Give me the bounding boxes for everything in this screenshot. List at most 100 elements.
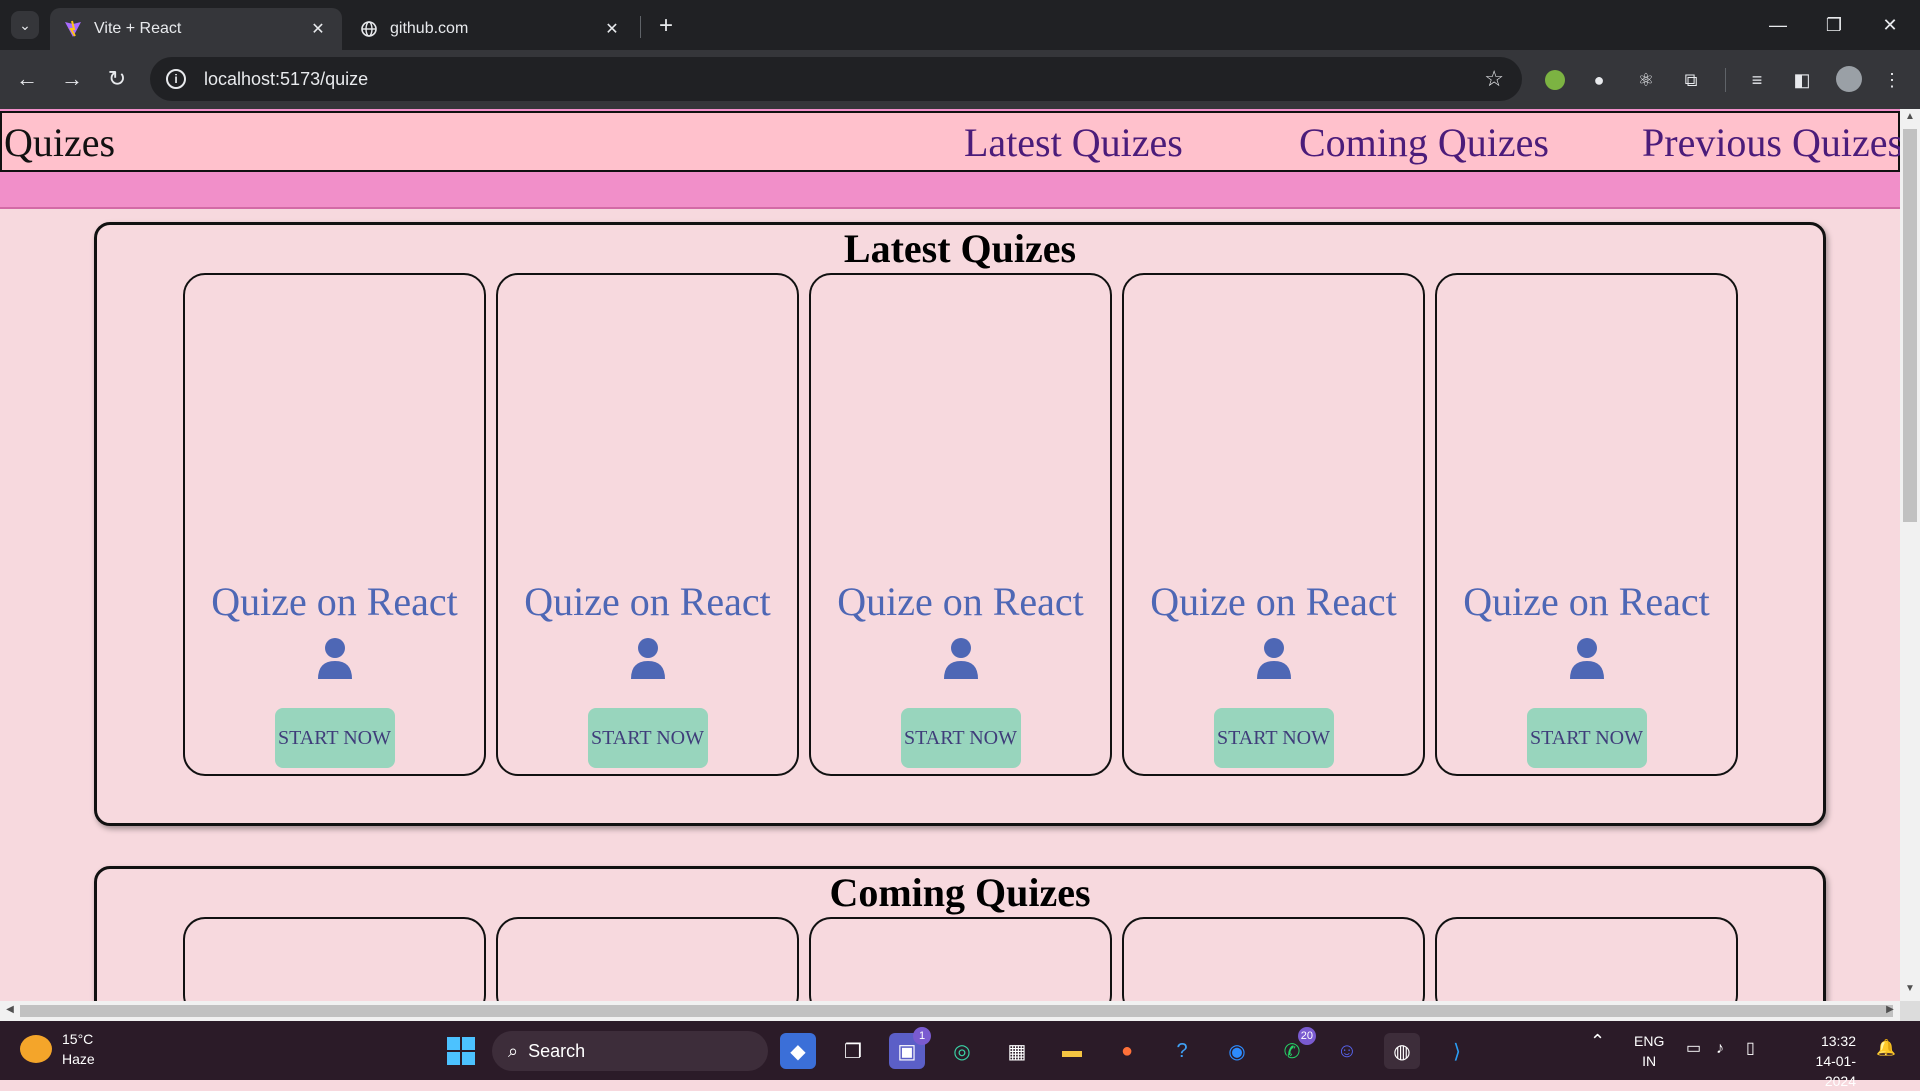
close-tab-icon[interactable]: ✕ — [602, 19, 622, 39]
start-now-button[interactable]: START NOW — [274, 708, 395, 768]
nav-link-previous[interactable]: Previous Quizes — [1642, 119, 1900, 166]
react-devtools-icon[interactable]: ⚛ — [1632, 66, 1660, 94]
horizontal-scrollbar[interactable]: ◀ ▶ — [0, 1001, 1900, 1021]
file-explorer-icon[interactable]: ▬ — [1054, 1033, 1090, 1069]
url-text[interactable]: localhost:5173/quize — [204, 69, 1484, 90]
globe-icon — [360, 20, 378, 38]
weather-temp: 15°C — [62, 1031, 94, 1047]
forward-icon[interactable]: → — [57, 64, 87, 94]
teams-badge: 1 — [913, 1027, 931, 1045]
user-icon — [630, 638, 665, 679]
minimize-icon[interactable]: — — [1758, 10, 1798, 40]
extension-gray-icon[interactable]: ● — [1585, 66, 1613, 94]
notification-bell-icon[interactable]: 🔔 — [1876, 1039, 1896, 1059]
taskbar-search[interactable]: ⌕ Search — [492, 1031, 768, 1071]
teams-icon[interactable]: ▣ 1 — [889, 1027, 931, 1069]
start-now-button[interactable]: START NOW — [1213, 708, 1334, 768]
tab-title: Vite + React — [94, 20, 182, 37]
quiz-card — [1122, 917, 1425, 1001]
edge-icon[interactable]: ◎ — [944, 1033, 980, 1069]
vertical-scrollbar[interactable]: ▲ ▼ — [1900, 109, 1920, 1001]
quiz-card — [1435, 917, 1738, 1001]
search-icon: ⌕ — [508, 1040, 519, 1061]
vscode-icon[interactable]: ⟩ — [1439, 1033, 1475, 1069]
coming-quizes-section: Coming Quizes — [94, 866, 1826, 1001]
scroll-down-icon[interactable]: ▼ — [1900, 983, 1920, 999]
copilot-icon[interactable]: ◆ — [780, 1033, 816, 1069]
scroll-right-icon[interactable]: ▶ — [1882, 1004, 1898, 1015]
site-info-icon[interactable]: i — [166, 69, 186, 89]
browser-toolbar: ← → ↻ i localhost:5173/quize ☆ ● ⚛ ⧉ ≡ ◧… — [0, 50, 1920, 109]
extensions-puzzle-icon[interactable]: ⧉ — [1677, 66, 1705, 94]
address-bar[interactable]: i localhost:5173/quize ☆ — [150, 57, 1522, 101]
quiz-card: Quize on React START NOW — [496, 273, 799, 776]
tab-vite-react[interactable]: Vite + React ✕ — [50, 8, 342, 50]
zoom-icon[interactable]: ◉ — [1219, 1033, 1255, 1069]
side-panel-icon[interactable]: ◧ — [1788, 66, 1816, 94]
extension-green-icon[interactable] — [1541, 66, 1569, 94]
clock[interactable]: 13:32 14-01-2024 — [1786, 1031, 1856, 1091]
browser-chrome: ⌄ Vite + React ✕ github.com ✕ + — ❐ ✕ ← … — [0, 0, 1920, 109]
media-control-icon[interactable]: ≡ — [1743, 66, 1771, 94]
language-indicator[interactable]: ENG IN — [1634, 1031, 1664, 1071]
latest-quizes-section: Latest Quizes Quize on React START NOW Q… — [94, 222, 1826, 826]
user-icon — [943, 638, 978, 679]
back-icon[interactable]: ← — [12, 64, 42, 94]
close-window-icon[interactable]: ✕ — [1870, 10, 1910, 40]
card-title: Quize on React — [1150, 579, 1397, 624]
chrome-icon[interactable]: ◍ — [1384, 1033, 1420, 1069]
language-region: IN — [1642, 1053, 1657, 1069]
close-tab-icon[interactable]: ✕ — [308, 19, 328, 39]
quiz-card — [183, 917, 486, 1001]
bookmark-star-icon[interactable]: ☆ — [1484, 66, 1504, 92]
discord-icon[interactable]: ☺ — [1329, 1033, 1365, 1069]
scrollbar-corner — [1900, 1001, 1920, 1021]
volume-icon[interactable]: ♪ — [1716, 1039, 1724, 1059]
haze-weather-icon — [20, 1035, 52, 1063]
battery-icon[interactable]: ▯ — [1746, 1039, 1755, 1059]
navbar: Quizes Latest Quizes Coming Quizes Previ… — [0, 111, 1900, 172]
tab-github[interactable]: github.com ✕ — [346, 8, 636, 50]
vertical-scroll-thumb[interactable] — [1903, 129, 1917, 522]
user-icon — [317, 638, 352, 679]
quiz-card: Quize on React START NOW — [183, 273, 486, 776]
store-icon[interactable]: ▦ — [999, 1033, 1035, 1069]
whatsapp-icon[interactable]: ✆ 20 — [1274, 1027, 1316, 1069]
card-title: Quize on React — [211, 579, 458, 624]
whatsapp-badge: 20 — [1297, 1027, 1316, 1045]
tab-search-button[interactable]: ⌄ — [11, 11, 39, 39]
nav-link-latest[interactable]: Latest Quizes — [964, 119, 1183, 166]
new-tab-button[interactable]: + — [652, 12, 680, 40]
tray-overflow-icon[interactable]: ⌃ — [1590, 1031, 1605, 1051]
brand-title[interactable]: Quizes — [4, 119, 115, 166]
card-title: Quize on React — [524, 579, 771, 624]
tab-strip: ⌄ Vite + React ✕ github.com ✕ + — ❐ ✕ — [0, 0, 1920, 50]
user-icon — [1256, 638, 1291, 679]
scroll-left-icon[interactable]: ◀ — [2, 1004, 18, 1015]
task-view-icon[interactable]: ❐ — [835, 1033, 871, 1069]
scroll-up-icon[interactable]: ▲ — [1900, 111, 1920, 127]
windows-start-icon[interactable] — [443, 1033, 479, 1069]
clock-time: 13:32 — [1820, 1033, 1856, 1049]
tab-separator — [640, 16, 641, 38]
horizontal-scroll-thumb[interactable] — [20, 1005, 1893, 1017]
menu-kebab-icon[interactable]: ⋮ — [1878, 66, 1906, 94]
quiz-card: Quize on React START NOW — [1122, 273, 1425, 776]
taskbar: 15°C Haze ⌕ Search ◆ ❐ ▣ 1 ◎ ▦ ▬ ● ? ◉ ✆ 2… — [0, 1021, 1920, 1089]
quiz-card: Quize on React START NOW — [809, 273, 1112, 776]
quiz-card — [809, 917, 1112, 1001]
help-icon[interactable]: ? — [1164, 1033, 1200, 1069]
network-icon[interactable]: ▭ — [1686, 1039, 1701, 1059]
tab-title: github.com — [390, 20, 469, 37]
start-now-button[interactable]: START NOW — [900, 708, 1021, 768]
reload-icon[interactable]: ↻ — [102, 64, 132, 94]
weather-widget[interactable]: 15°C Haze — [20, 1029, 95, 1069]
search-placeholder: Search — [528, 1040, 586, 1061]
nav-link-coming[interactable]: Coming Quizes — [1299, 119, 1549, 166]
firefox-icon[interactable]: ● — [1109, 1033, 1145, 1069]
start-now-button[interactable]: START NOW — [587, 708, 708, 768]
profile-avatar[interactable] — [1836, 66, 1862, 92]
start-now-button[interactable]: START NOW — [1526, 708, 1647, 768]
section-title: Coming Quizes — [829, 870, 1091, 915]
restore-icon[interactable]: ❐ — [1814, 10, 1854, 40]
